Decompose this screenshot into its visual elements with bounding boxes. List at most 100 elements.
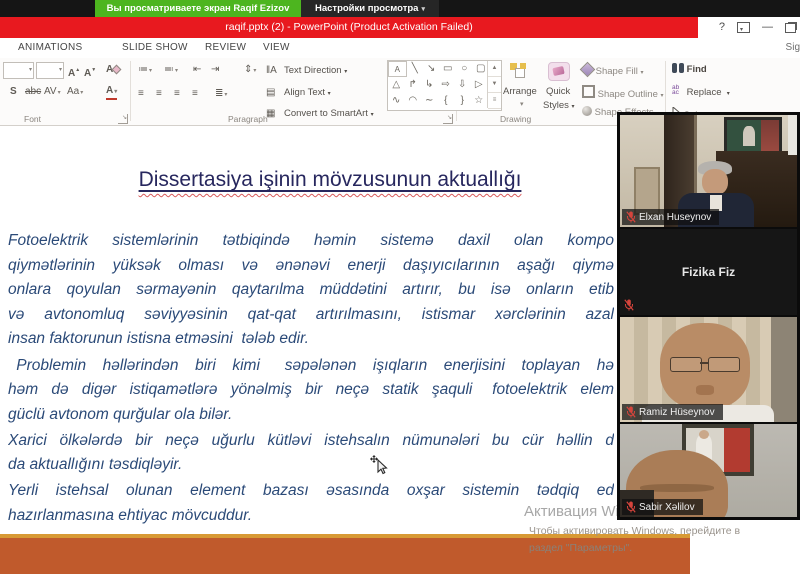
shape-right-arrow-icon[interactable]: ⇨	[438, 77, 455, 93]
slide-title[interactable]: Dissertasiya işinin mövzusunun aktuallığ…	[0, 168, 660, 192]
participant-name: Ramiz Hüseynov	[639, 407, 715, 418]
body-line: güclü avtonom qurğular ola bilər.	[8, 403, 614, 428]
sign-in-label[interactable]: Sig	[786, 42, 800, 53]
increase-indent-button[interactable]: ⇥	[211, 64, 219, 76]
columns-button[interactable]: ≣▾	[215, 88, 227, 101]
arrange-button[interactable]: Arrange	[503, 86, 537, 97]
shape-elbow-icon[interactable]: ↱	[405, 77, 422, 93]
arrange-icon	[510, 63, 526, 77]
align-center-button[interactable]: ≡	[156, 88, 162, 100]
chair-decor	[634, 167, 660, 215]
align-text-button[interactable]: Align Text ▾	[284, 87, 331, 98]
tab-review[interactable]: REVIEW	[205, 38, 246, 58]
activation-watermark-line2: Чтобы активировать Windows, перейдите в	[529, 525, 740, 537]
shape-right-brace-icon[interactable]: }	[454, 93, 471, 109]
scroll-up-icon[interactable]: ▲	[488, 61, 501, 77]
align-text-icon: ▤	[266, 87, 275, 99]
shape-outline-icon	[582, 85, 595, 98]
participant-tile-ramiz[interactable]: Ramiz Hüseynov	[620, 317, 797, 422]
shape-oval-icon[interactable]: ○	[456, 61, 473, 77]
view-settings-button[interactable]: Настройки просмотра▾	[301, 0, 439, 17]
view-settings-label: Настройки просмотра	[315, 3, 418, 14]
shape-line-icon[interactable]: ╲	[407, 61, 424, 77]
font-size-combobox[interactable]	[36, 62, 64, 79]
participant-name: Fizika Fiz	[620, 229, 797, 315]
slide-body-text[interactable]: Fotoelektrik sistemlərinin tətbiqində hə…	[8, 229, 614, 528]
grow-font-button[interactable]: A▲	[68, 64, 80, 80]
font-name-combobox[interactable]	[3, 62, 34, 79]
font-dialog-launcher[interactable]: ↘	[118, 114, 128, 124]
replace-button[interactable]: abac Replace ▾	[672, 85, 730, 98]
strikethrough-button[interactable]: abc	[25, 86, 41, 98]
character-spacing-button[interactable]: AV▾	[44, 86, 61, 99]
find-button[interactable]: Find	[672, 63, 707, 75]
participant-tile-fizika[interactable]: Fizika Fiz	[620, 229, 797, 315]
gallery-more-icon[interactable]: ≡	[488, 93, 501, 109]
window-title: raqif.pptx (2) - PowerPoint (Product Act…	[0, 17, 698, 38]
window-sliver	[788, 115, 797, 155]
tab-slide-show[interactable]: SLIDE SHOW	[122, 38, 188, 58]
shape-arrow-icon[interactable]: ↘	[423, 61, 440, 77]
shapes-gallery[interactable]: A ╲ ↘ ▭ ○ ▢ △ ↱ ↳ ⇨ ⇩ ▷ ∿ ◠ ∼ { } ☆	[387, 60, 502, 111]
participant-name-tag: Ramiz Hüseynov	[622, 404, 723, 420]
shape-fill-icon	[580, 62, 596, 78]
help-button[interactable]: ?	[719, 17, 725, 38]
clear-formatting-button[interactable]: A	[106, 64, 120, 76]
align-left-button[interactable]: ≡	[138, 88, 144, 100]
scroll-down-icon[interactable]: ▼	[488, 77, 501, 93]
participant-tile-sabir[interactable]: Sabir Xəlilov	[620, 424, 797, 517]
quick-styles-button-2[interactable]: Styles ▾	[543, 100, 575, 111]
shape-textbox-icon[interactable]: A	[388, 61, 407, 77]
participant-tile-elxan[interactable]: Elxan Huseynov	[620, 115, 797, 227]
convert-smartart-button[interactable]: Convert to SmartArt ▾	[284, 108, 374, 119]
body-line: qiymətlərinin yüksək olması və ənənəvi e…	[8, 254, 614, 279]
paragraph-dialog-launcher[interactable]: ↘	[443, 114, 453, 124]
mouse-move-cursor	[370, 455, 390, 475]
shapes-gallery-scrollbar[interactable]: ▲ ▼ ≡	[487, 61, 501, 108]
font-color-button[interactable]: A▾	[106, 85, 117, 100]
portrait-frame	[724, 117, 782, 155]
paragraph-group-label: Paragraph	[228, 114, 268, 124]
restore-button[interactable]	[785, 23, 796, 33]
muted-mic-icon	[626, 211, 636, 223]
shape-elbow-arrow-icon[interactable]: ↳	[421, 77, 438, 93]
text-shadow-button[interactable]: S	[10, 86, 17, 98]
shape-left-brace-icon[interactable]: {	[438, 93, 455, 109]
replace-icon: abac	[672, 85, 684, 95]
bullets-button[interactable]: ≔▾	[138, 64, 152, 77]
shrink-font-button[interactable]: A▼	[84, 64, 96, 80]
shape-triangle-icon[interactable]: △	[388, 77, 405, 93]
minimize-button[interactable]: —	[762, 17, 773, 38]
ribbon-tab-row: ANIMATIONS SLIDE SHOW REVIEW VIEW	[0, 38, 800, 58]
video-participants-panel[interactable]: Elxan Huseynov Fizika Fiz	[617, 112, 800, 520]
shape-down-arrow-icon[interactable]: ⇩	[454, 77, 471, 93]
shape-fill-button[interactable]: Shape Fill ▾	[582, 64, 644, 77]
quick-styles-button[interactable]: Quick	[546, 86, 570, 97]
change-case-button[interactable]: Aa▾	[67, 86, 83, 99]
muted-mic-icon	[626, 501, 636, 513]
shape-arc-icon[interactable]: ◠	[405, 93, 422, 109]
shape-star-icon[interactable]: ☆	[471, 93, 488, 109]
tab-animations[interactable]: ANIMATIONS	[18, 38, 82, 58]
line-spacing-button[interactable]: ⇕▾	[244, 64, 256, 77]
text-direction-button[interactable]: Text Direction ▾	[284, 65, 347, 76]
decrease-indent-button[interactable]: ⇤	[193, 64, 201, 76]
body-line: onlara qoyulan sərmayənin qaytarılma müd…	[8, 278, 614, 303]
ribbon-display-options-icon[interactable]	[737, 22, 750, 33]
chevron-down-icon: ▾	[421, 6, 425, 13]
shape-pentagon-icon[interactable]: ▷	[471, 77, 488, 93]
align-right-button[interactable]: ≡	[174, 88, 180, 100]
tab-view[interactable]: VIEW	[263, 38, 290, 58]
font-group-label: Font	[24, 114, 41, 124]
shape-outline-button[interactable]: Shape Outline ▾	[582, 85, 664, 100]
shape-scribble-icon[interactable]: ∿	[388, 93, 405, 109]
shape-curve-icon[interactable]: ∼	[421, 93, 438, 109]
powerpoint-titlebar[interactable]: raqif.pptx (2) - PowerPoint (Product Act…	[0, 17, 698, 38]
glasses-bridge	[700, 362, 708, 364]
align-justify-button[interactable]: ≡	[192, 88, 198, 100]
activation-watermark-line3: раздел "Параметры".	[529, 542, 632, 554]
shape-rectangle-icon[interactable]: ▭	[440, 61, 457, 77]
meeting-overlay-bar: Вы просматриваете экран Raqif Ezizov Нас…	[0, 0, 800, 17]
numbering-button[interactable]: ≕▾	[164, 64, 178, 77]
glasses-left	[670, 357, 702, 372]
